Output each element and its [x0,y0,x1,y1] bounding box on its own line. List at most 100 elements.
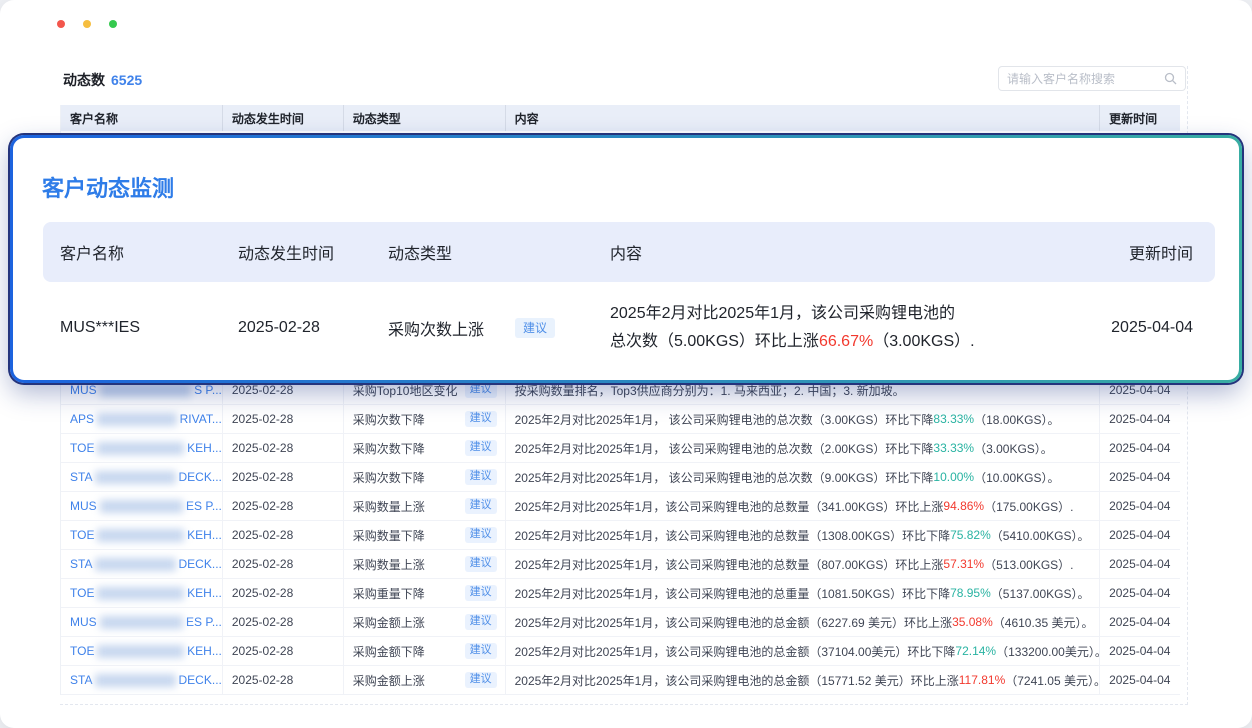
update-date: 2025-04-04 [1100,666,1180,694]
event-type: 采购数量上涨 [353,498,425,515]
percent-value: 33.33% [933,441,974,455]
search-input[interactable] [1007,72,1164,86]
overlay-content-line1: 2025年2月对比2025年1月，该公司采购锂电池的 [610,300,1085,328]
overlay-event-date: 2025-02-28 [221,319,371,337]
event-date: 2025-02-28 [223,608,344,636]
dynamics-count: 动态数6525 [63,70,142,90]
event-content: 2025年2月对比2025年1月，该公司采购锂电池的总金额（15771.52 美… [506,666,1100,694]
overlay-header-customer-name: 客户名称 [43,240,221,264]
redacted-name-segment [95,558,175,571]
event-content: 2025年2月对比2025年1月， 该公司采购锂电池的总次数（2.00KGS）环… [506,434,1100,462]
event-date: 2025-02-28 [223,463,344,491]
customer-name-link[interactable]: STADECK... [70,470,222,484]
customer-dynamics-monitor-card: 客户动态监测 客户名称 动态发生时间 动态类型 内容 更新时间 MUS***IE… [10,135,1242,383]
customer-name-link[interactable]: TOEKEH... [70,441,222,455]
percent-value: 94.86% [943,499,984,513]
maximize-window-button[interactable] [109,20,117,28]
close-window-button[interactable] [57,20,65,28]
customer-name-link[interactable]: STADECK... [70,673,222,687]
header-customer-name: 客户名称 [61,105,223,131]
percent-value: 117.81% [959,673,1005,687]
event-type: 采购数量下降 [353,527,425,544]
suggestion-badge: 建议 [465,672,497,688]
table-row[interactable]: STADECK... 2025-02-28 采购数量上涨建议 2025年2月对比… [61,550,1180,579]
redacted-name-segment [97,442,184,455]
redacted-name-segment [95,471,175,484]
suggestion-badge: 建议 [465,469,497,485]
event-content: 2025年2月对比2025年1月，该公司采购锂电池的总重量（1081.50KGS… [506,579,1100,607]
customer-name-link[interactable]: TOEKEH... [70,586,222,600]
overlay-customer-name: MUS***IES [43,319,221,337]
app-window: 动态数6525 客户名称 动态发生时间 动态类型 内容 更新时间 MUSS P.… [0,0,1252,728]
overlay-table-row[interactable]: MUS***IES 2025-02-28 采购次数上涨 建议 2025年2月对比… [43,282,1215,374]
update-date: 2025-04-04 [1100,550,1180,578]
update-date: 2025-04-04 [1100,492,1180,520]
table-row[interactable]: MUSES P... 2025-02-28 采购金额上涨建议 2025年2月对比… [61,608,1180,637]
update-date: 2025-04-04 [1100,637,1180,665]
update-date: 2025-04-04 [1100,521,1180,549]
customer-name-link[interactable]: MUSS P... [70,383,222,397]
event-type: 采购重量下降 [353,585,425,602]
suggestion-badge: 建议 [465,440,497,456]
event-type: 采购金额上涨 [353,614,425,631]
redacted-name-segment [97,413,177,426]
table-row[interactable]: TOEKEH... 2025-02-28 采购重量下降 建议 2025年2月对比2… [61,579,1180,608]
overlay-percent-value: 66.67% [819,333,873,350]
overlay-suggestion-badge: 建议 [515,318,555,338]
event-type: 采购次数下降 [353,411,425,428]
event-type: 采购次数下降 [353,469,425,486]
event-content: 2025年2月对比2025年1月，该公司采购锂电池的总数量（807.00KGS）… [506,550,1100,578]
table-row[interactable]: STADECK... 2025-02-28 采购次数下降 建议 2025年2月对比… [61,463,1180,492]
dynamics-count-label: 动态数 [63,72,105,88]
table-row[interactable]: STADECK... 2025-02-28 采购金额上涨建议 2025年2月对比… [61,666,1180,695]
event-date: 2025-02-28 [223,579,344,607]
table-row[interactable]: MUSES P... 2025-02-28 采购数量上涨建议 2025年2月对比… [61,492,1180,521]
redacted-name-segment [100,384,191,397]
event-date: 2025-02-28 [223,666,344,694]
customer-name-link[interactable]: MUSES P... [70,615,222,629]
table-row[interactable]: TOEKEH... 2025-02-28 采购金额下降建议 2025年2月对比2… [61,637,1180,666]
update-date: 2025-04-04 [1100,405,1180,433]
customer-name-link[interactable]: APSRIVAT... [70,412,222,426]
percent-value: 72.14% [955,644,996,658]
update-date: 2025-04-04 [1100,434,1180,462]
event-date: 2025-02-28 [223,521,344,549]
suggestion-badge: 建议 [465,643,497,659]
minimize-window-button[interactable] [83,20,91,28]
customer-search[interactable] [998,66,1186,91]
percent-value: 57.31% [943,557,984,571]
redacted-name-segment [100,616,183,629]
table-row[interactable]: APSRIVAT... 2025-02-28 采购次数下降建议 2025年2月对… [61,405,1180,434]
event-type: 采购金额下降 [353,643,425,660]
percent-value: 10.00% [933,470,974,484]
percent-value: 75.82% [950,528,991,542]
customer-name-link[interactable]: STADECK... [70,557,222,571]
event-type: 采购Top10地区变化 [353,382,458,399]
window-controls [57,20,117,28]
overlay-table-header: 客户名称 动态发生时间 动态类型 内容 更新时间 [43,222,1215,282]
header-event-time: 动态发生时间 [223,105,344,131]
customer-name-link[interactable]: TOEKEH... [70,528,222,542]
event-content: 2025年2月对比2025年1月， 该公司采购锂电池的总次数（9.00KGS）环… [506,463,1100,491]
update-date: 2025-04-04 [1100,608,1180,636]
customer-name-link[interactable]: TOEKEH... [70,644,222,658]
event-date: 2025-02-28 [223,492,344,520]
percent-value: 35.08% [952,615,993,629]
overlay-header-content: 内容 [593,240,1085,264]
table-row[interactable]: TOEKEH... 2025-02-28 采购次数下降建议 2025年2月对比2… [61,434,1180,463]
update-date: 2025-04-04 [1100,579,1180,607]
overlay-update-date: 2025-04-04 [1085,319,1215,337]
search-icon[interactable] [1164,72,1177,85]
update-date: 2025-04-04 [1100,463,1180,491]
overlay-event-content: 2025年2月对比2025年1月，该公司采购锂电池的 总次数（5.00KGS）环… [593,300,1085,356]
overlay-header-event-type: 动态类型 [388,240,452,264]
event-type: 采购数量上涨 [353,556,425,573]
suggestion-badge: 建议 [465,585,497,601]
table-row[interactable]: TOEKEH... 2025-02-28 采购数量下降建议 2025年2月对比2… [61,521,1180,550]
percent-value: 78.95% [950,586,991,600]
overlay-event-type: 采购次数上涨 [388,316,484,340]
event-content: 2025年2月对比2025年1月，该公司采购锂电池的总数量（341.00KGS）… [506,492,1100,520]
suggestion-badge: 建议 [465,382,497,398]
customer-name-link[interactable]: MUSES P... [70,499,222,513]
event-content: 2025年2月对比2025年1月，该公司采购锂电池的总金额（37104.00美元… [506,637,1100,665]
